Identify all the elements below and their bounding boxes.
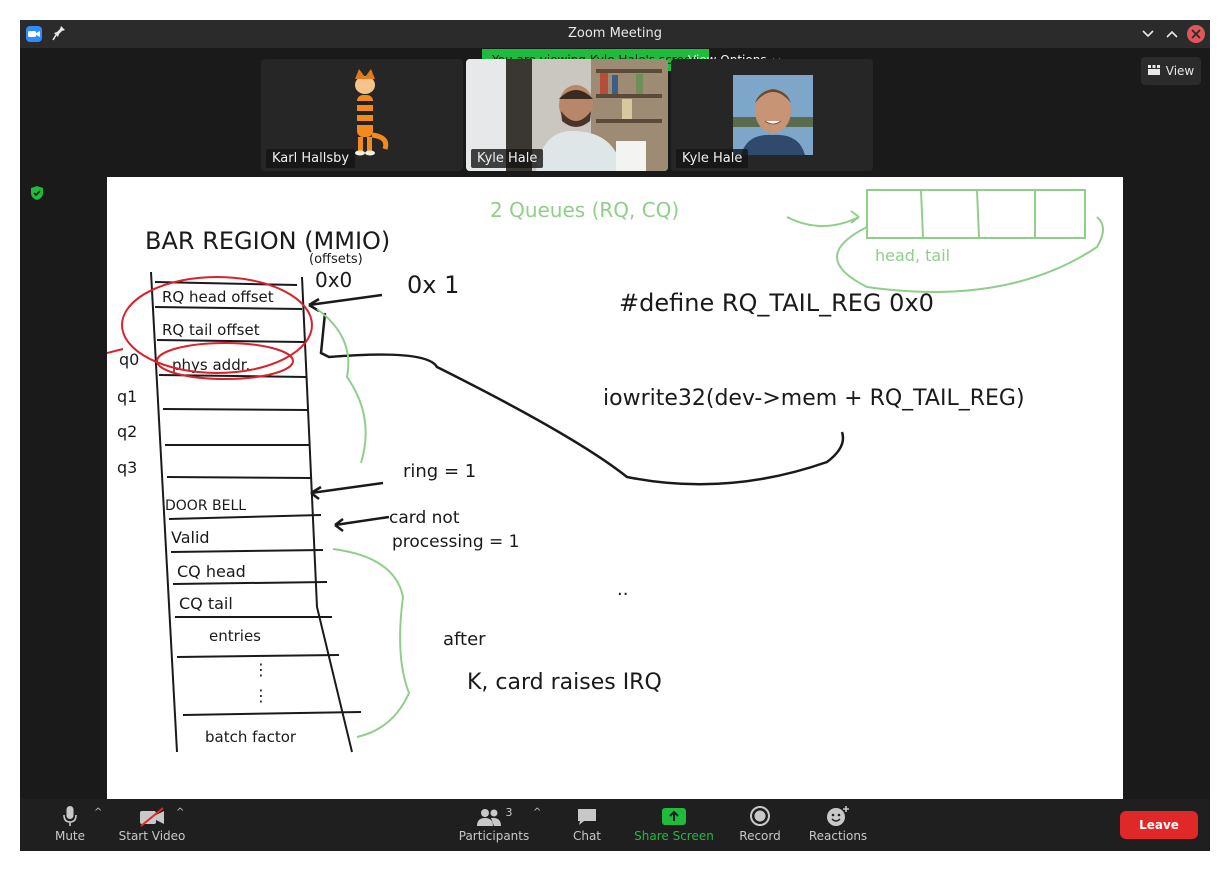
dots: .. [617, 579, 628, 600]
reactions-label: Reactions [808, 829, 868, 843]
window-title: Zoom Meeting [567, 26, 663, 41]
reactions-button[interactable]: Reactions [807, 799, 869, 851]
cell-cq-head: CQ head [177, 562, 246, 581]
chevron-up-icon[interactable]: ^ [94, 807, 102, 818]
q-label: q0 [119, 350, 139, 369]
whiteboard-canvas: BAR REGION (MMIO) (offsets) 0x0 RQ head … [107, 189, 1104, 753]
view-button[interactable]: View [1141, 57, 1201, 85]
record-button[interactable]: Record [737, 799, 783, 851]
participant-tile[interactable]: Kyle Hale [671, 59, 873, 171]
leave-button[interactable]: Leave [1120, 811, 1198, 839]
participants-icon: 3 [476, 799, 513, 827]
mute-button[interactable]: Mute [48, 799, 92, 851]
mute-label: Mute [54, 829, 86, 843]
video-off-icon [139, 799, 165, 827]
iowrite32-call: iowrite32(dev->mem + RQ_TAIL_REG) [603, 386, 1025, 411]
maximize-chevron-up-icon[interactable] [1163, 25, 1181, 43]
meeting-toolbar: Mute ^ Start Video ^ 3 Participants ^ Ch… [20, 799, 1210, 851]
chat-label: Chat [572, 829, 602, 843]
minimize-chevron-down-icon[interactable] [1139, 25, 1157, 43]
cell-valid: Valid [171, 528, 210, 547]
processing-label: processing = 1 [392, 532, 519, 552]
share-screen-icon [661, 799, 687, 827]
offsets-label: (offsets) [309, 252, 363, 267]
cell-rq-tail: RQ tail offset [162, 321, 260, 339]
q-label: q3 [117, 458, 137, 477]
shield-icon[interactable] [29, 185, 45, 201]
chat-icon [576, 799, 598, 827]
ellipsis: ⋮ [253, 660, 269, 679]
cell-entries: entries [209, 627, 261, 645]
participant-tile-active-speaker[interactable]: Kyle Hale [466, 59, 668, 171]
chevron-up-icon[interactable]: ^ [533, 807, 541, 818]
q-label: q1 [117, 387, 137, 406]
participant-name: Karl Hallsby [266, 149, 356, 168]
after-label: after [443, 629, 486, 650]
title-bar: Zoom Meeting [20, 20, 1210, 48]
reactions-icon [825, 799, 851, 827]
ellipsis: ⋮ [253, 686, 269, 705]
participant-name: Kyle Hale [471, 149, 544, 168]
chevron-up-icon[interactable]: ^ [176, 807, 184, 818]
cell-cq-tail: CQ tail [179, 594, 233, 613]
zoom-window: Zoom Meeting You are viewing Kyle Hale's… [20, 20, 1210, 851]
participants-button[interactable]: 3 Participants [456, 799, 532, 851]
offset-0x0: 0x0 [315, 268, 352, 292]
share-screen-button[interactable]: Share Screen [634, 799, 714, 851]
cell-doorbell: DOOR BELL [165, 498, 246, 514]
participant-tile[interactable]: Karl Hallsby [261, 59, 463, 171]
participant-name: Kyle Hale [676, 149, 749, 168]
participants-count: 3 [505, 806, 513, 819]
share-screen-label: Share Screen [634, 829, 714, 843]
view-label: View [1165, 64, 1195, 78]
chat-button[interactable]: Chat [567, 799, 607, 851]
record-icon [749, 799, 771, 827]
cell-rq-head: RQ head offset [162, 288, 274, 306]
card-raises-irq: K, card raises IRQ [467, 670, 662, 695]
ox-one: 0x 1 [407, 271, 459, 299]
participants-label: Participants [458, 829, 530, 843]
two-queues-label: 2 Queues (RQ, CQ) [490, 198, 679, 222]
card-not-label: card not [389, 508, 460, 528]
start-video-label: Start Video [118, 829, 186, 843]
ring-equals-one: ring = 1 [403, 461, 476, 482]
shared-screen-whiteboard: BAR REGION (MMIO) (offsets) 0x0 RQ head … [107, 177, 1123, 799]
head-tail-label: head, tail [875, 246, 950, 265]
bar-region-title: BAR REGION (MMIO) [145, 227, 390, 255]
pointer-arrows [308, 293, 845, 532]
close-icon[interactable] [1187, 25, 1205, 43]
q-label: q2 [117, 422, 137, 441]
cell-batch-factor: batch factor [205, 728, 297, 746]
record-label: Record [739, 829, 781, 843]
define-rq-tail-reg: #define RQ_TAIL_REG 0x0 [619, 289, 934, 317]
microphone-icon [62, 799, 78, 827]
grid-view-icon [1147, 64, 1160, 78]
